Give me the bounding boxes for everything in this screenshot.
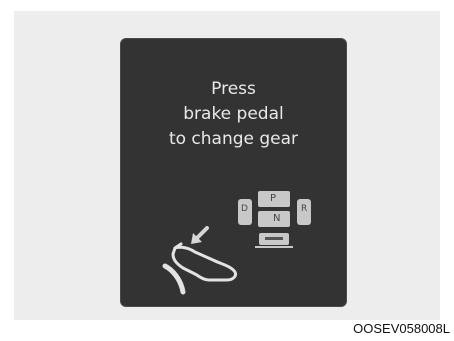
- gear-r-label: R: [301, 204, 308, 214]
- figure-id: OOSEV058008L: [353, 321, 450, 336]
- message-line-2: brake pedal: [183, 104, 284, 124]
- message-line-1: Press: [211, 79, 256, 99]
- gear-selector-icon: P D N R: [237, 191, 315, 257]
- cluster-display: Press brake pedal to change gear P D N R: [120, 38, 347, 307]
- message-line-3: to change gear: [168, 129, 299, 149]
- press-arrow-icon: [191, 226, 209, 244]
- brake-warning-message: Press brake pedal to change gear: [121, 77, 346, 152]
- gear-n-label: N: [273, 213, 281, 224]
- gear-d-label: D: [241, 204, 248, 214]
- brake-pedal-foot-icon: [162, 226, 237, 295]
- gear-p-label: P: [270, 193, 277, 204]
